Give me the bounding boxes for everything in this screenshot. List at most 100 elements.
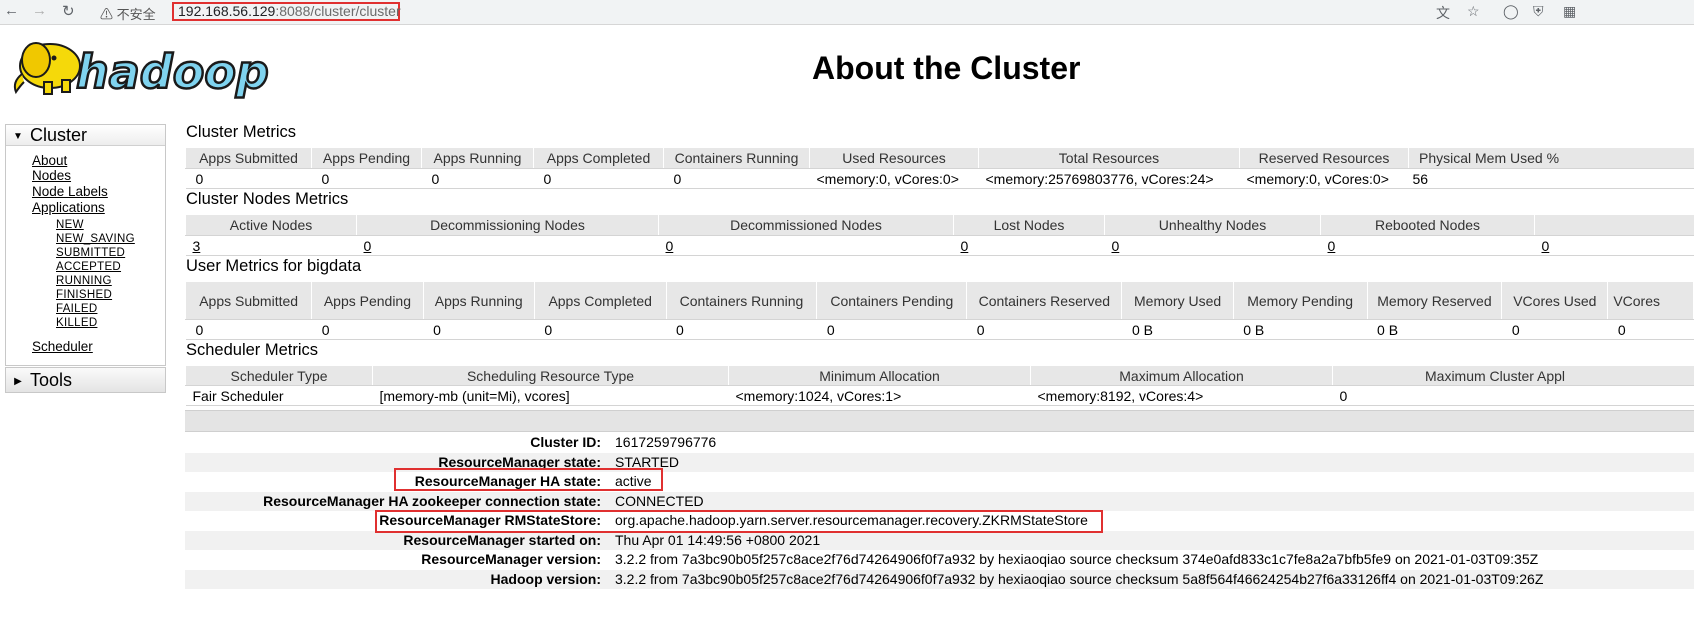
info-label: ResourceManager version: bbox=[421, 551, 601, 567]
hadoop-logo[interactable]: hadoop bbox=[6, 30, 286, 104]
column-header[interactable]: Memory Pending bbox=[1232, 281, 1368, 320]
scheduler-metrics-title: Scheduler Metrics bbox=[186, 341, 319, 359]
column-header[interactable]: Used Resources bbox=[809, 147, 979, 169]
max-allocation-value: <memory:8192, vCores:4> bbox=[1030, 385, 1333, 406]
column-header[interactable]: Decommissioned Nodes bbox=[658, 214, 954, 236]
active-nodes-link[interactable]: 3 bbox=[193, 238, 201, 254]
rebooted-nodes-link[interactable]: 0 bbox=[1328, 238, 1336, 254]
extensions-puzzle-icon[interactable]: ▦ bbox=[1563, 3, 1576, 20]
column-header[interactable]: Containers Running bbox=[665, 281, 818, 320]
column-header[interactable]: Apps Completed bbox=[533, 281, 667, 320]
column-header[interactable]: Minimum Allocation bbox=[728, 365, 1031, 386]
shutdown-nodes-link[interactable]: 0 bbox=[1542, 238, 1550, 254]
decommissioned-nodes-link[interactable]: 0 bbox=[666, 238, 674, 254]
info-label: Cluster ID: bbox=[530, 434, 601, 450]
column-header[interactable]: Scheduler Type bbox=[185, 365, 373, 386]
nav-app-state-new-saving[interactable]: NEW_SAVING bbox=[56, 233, 135, 245]
column-header[interactable]: Containers Reserved bbox=[966, 281, 1123, 320]
column-header[interactable]: Scheduling Resource Type bbox=[372, 365, 729, 386]
nav-scheduler-link[interactable]: Scheduler bbox=[32, 339, 93, 354]
nav-about-link[interactable]: About bbox=[32, 153, 67, 168]
max-cluster-app-value: 0 bbox=[1332, 385, 1694, 406]
column-header[interactable]: Lost Nodes bbox=[953, 214, 1105, 236]
nav-app-state-new[interactable]: NEW bbox=[56, 219, 84, 231]
metric-value: 0 bbox=[1607, 319, 1694, 340]
column-header[interactable]: Physical Mem Used % bbox=[1408, 147, 1694, 169]
nav-app-state-failed[interactable]: FAILED bbox=[56, 303, 97, 315]
column-header[interactable]: Decommissioning Nodes bbox=[356, 214, 659, 236]
info-value: Thu Apr 01 14:49:56 +0800 2021 bbox=[615, 531, 821, 548]
expand-triangle-icon: ▼ bbox=[13, 131, 23, 142]
url-path: :8088/cluster/cluster bbox=[275, 3, 401, 19]
cluster-overview-header bbox=[185, 410, 1694, 432]
back-arrow-icon[interactable]: ← bbox=[4, 2, 19, 19]
column-header[interactable]: Apps Running bbox=[422, 281, 535, 320]
column-header[interactable]: Active Nodes bbox=[185, 214, 357, 236]
shield-icon[interactable]: ⛨ bbox=[1533, 3, 1544, 20]
bookmark-star-icon[interactable]: ☆ bbox=[1467, 3, 1480, 20]
nav-app-state-accepted[interactable]: ACCEPTED bbox=[56, 261, 121, 273]
metric-value: 0 bbox=[185, 168, 312, 189]
tools-nav-panel[interactable]: ▶ Tools bbox=[5, 367, 166, 393]
metric-value: 0 B bbox=[1121, 319, 1234, 340]
column-header[interactable]: Reserved Resources bbox=[1239, 147, 1409, 169]
reload-icon[interactable]: ↻ bbox=[62, 2, 75, 20]
metric-value: <memory:25769803776, vCores:24> bbox=[978, 168, 1240, 189]
min-allocation-value: <memory:1024, vCores:1> bbox=[728, 385, 1031, 406]
column-header[interactable]: VCores Used bbox=[1501, 281, 1609, 320]
column-header[interactable]: Apps Submitted bbox=[184, 281, 313, 320]
nav-app-state-running[interactable]: RUNNING bbox=[56, 275, 112, 287]
column-header[interactable]: Apps Running bbox=[421, 147, 534, 169]
metric-value: 0 bbox=[423, 319, 535, 340]
column-header bbox=[1534, 214, 1694, 236]
nav-app-state-submitted[interactable]: SUBMITTED bbox=[56, 247, 125, 259]
security-warning[interactable]: ⚠ 不安全 bbox=[100, 4, 156, 23]
decommissioning-nodes-link[interactable]: 0 bbox=[364, 238, 372, 254]
column-header[interactable]: Rebooted Nodes bbox=[1320, 214, 1535, 236]
column-header[interactable]: Containers Pending bbox=[816, 281, 968, 320]
info-row-rm-version: ResourceManager version: 3.2.2 from 7a3b… bbox=[185, 550, 1694, 569]
info-row-cluster-id: Cluster ID: 1617259796776 bbox=[185, 433, 1694, 452]
nav-node-labels-link[interactable]: Node Labels bbox=[32, 184, 108, 199]
column-header[interactable]: Unhealthy Nodes bbox=[1104, 214, 1321, 236]
nav-nodes-link[interactable]: Nodes bbox=[32, 168, 71, 183]
metric-value: 0 bbox=[966, 319, 1122, 340]
elephant-icon bbox=[13, 42, 81, 95]
user-metrics-title: User Metrics for bigdata bbox=[186, 257, 362, 275]
metric-value: <memory:0, vCores:0> bbox=[1239, 168, 1409, 189]
metric-value: <memory:0, vCores:0> bbox=[809, 168, 979, 189]
info-label: ResourceManager HA zookeeper connection … bbox=[263, 492, 601, 509]
tools-label: Tools bbox=[30, 370, 73, 390]
nav-app-state-finished[interactable]: FINISHED bbox=[56, 289, 112, 301]
extension-icon[interactable]: ◯ bbox=[1503, 3, 1519, 20]
unhealthy-nodes-link[interactable]: 0 bbox=[1112, 238, 1120, 254]
column-header[interactable]: Apps Completed bbox=[533, 147, 664, 169]
metric-value: 0 bbox=[1501, 319, 1608, 340]
nav-app-state-killed[interactable]: KILLED bbox=[56, 317, 97, 329]
metric-value: 0 bbox=[533, 168, 664, 189]
column-header[interactable]: VCores bbox=[1607, 281, 1694, 320]
translate-icon[interactable]: 文 bbox=[1436, 3, 1450, 23]
column-header[interactable]: Total Resources bbox=[978, 147, 1240, 169]
cluster-nav-header[interactable]: ▼ Cluster bbox=[6, 125, 165, 146]
column-header[interactable]: Maximum Allocation bbox=[1030, 365, 1333, 386]
lost-nodes-link[interactable]: 0 bbox=[961, 238, 969, 254]
rmstatestore-highlight-box bbox=[375, 510, 1103, 533]
resource-type-value: [memory-mb (unit=Mi), vcores] bbox=[372, 385, 729, 406]
forward-arrow-icon[interactable]: → bbox=[32, 2, 47, 19]
column-header[interactable]: Memory Used bbox=[1121, 281, 1234, 320]
column-header[interactable]: Apps Submitted bbox=[185, 147, 312, 169]
column-header[interactable]: Maximum Cluster Appl bbox=[1332, 365, 1694, 386]
url-host: 192.168.56.129 bbox=[178, 3, 276, 19]
metric-value: 0 bbox=[666, 319, 817, 340]
column-header[interactable]: Apps Pending bbox=[311, 281, 424, 320]
cluster-metrics-table: Apps Submitted Apps Pending Apps Running… bbox=[185, 147, 1694, 189]
cluster-label: Cluster bbox=[30, 125, 88, 145]
column-header[interactable]: Containers Running bbox=[663, 147, 810, 169]
address-bar[interactable]: 192.168.56.129:8088/cluster/cluster bbox=[172, 2, 401, 21]
column-header[interactable]: Apps Pending bbox=[311, 147, 422, 169]
info-row-started-on: ResourceManager started on: Thu Apr 01 1… bbox=[185, 530, 1694, 550]
nav-applications-link[interactable]: Applications bbox=[32, 200, 105, 215]
metric-value: 0 bbox=[663, 168, 810, 189]
column-header[interactable]: Memory Reserved bbox=[1366, 281, 1503, 320]
